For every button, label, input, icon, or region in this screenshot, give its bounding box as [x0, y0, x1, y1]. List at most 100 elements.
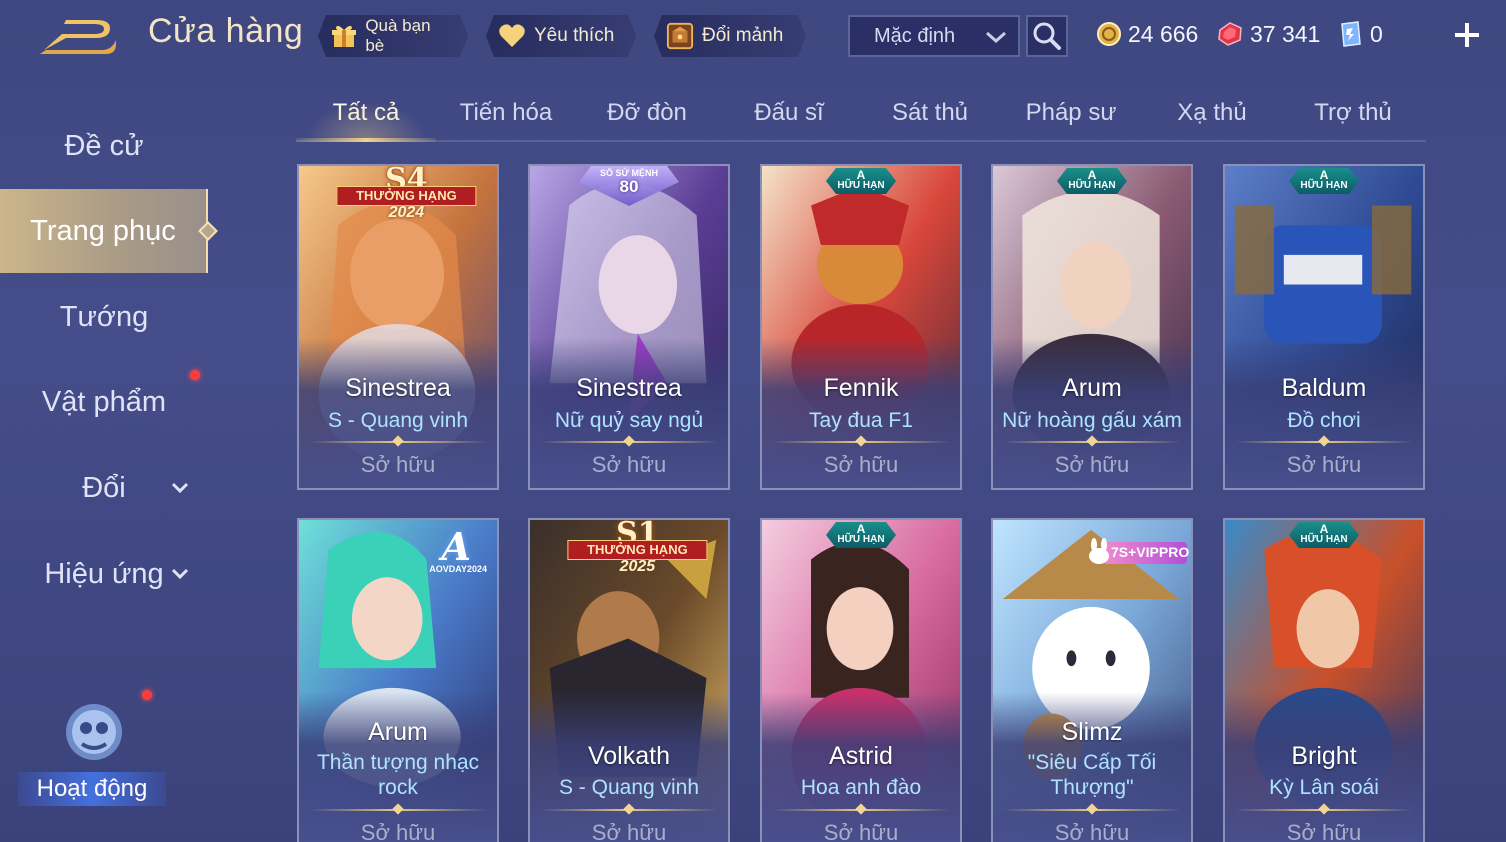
search-button[interactable] — [1026, 15, 1068, 57]
gold-balance: 24 666 — [1096, 18, 1198, 50]
voucher-gem-icon — [1218, 22, 1242, 46]
tab-label: Đỡ đòn — [607, 99, 687, 126]
skin-name: Nữ hoàng gấu xám — [1002, 409, 1182, 432]
heart-icon — [498, 22, 526, 50]
mission-pass-level: 80 — [619, 177, 639, 196]
skin-name: Nữ quỷ say ngủ — [554, 409, 704, 432]
limited-badge: A HỮU HẠN — [826, 168, 896, 194]
ticket-balance: 0 — [1338, 18, 1383, 50]
skin-card[interactable]: A AOVDAY2024 Arum Thần tượng nhạc rock S… — [297, 518, 499, 842]
skin-name: Tay đua F1 — [809, 409, 913, 432]
favorite-label: Yêu thích — [534, 25, 615, 46]
shard-chest-icon — [666, 22, 694, 50]
shard-exchange-label: Đổi mảnh — [702, 25, 784, 46]
sidebar-item-label: Tướng — [59, 300, 149, 333]
category-tabs: Tất cả Tiến hóa Đỡ đòn Đấu sĩ Sát thủ Ph… — [296, 86, 1426, 142]
sidebar-item-items[interactable]: Vật phẩm — [0, 360, 208, 444]
rank-reward-badge: S1 THƯỞNG HẠNG 2025 — [567, 520, 708, 580]
aov-day-letter: A — [441, 524, 471, 569]
ticket-icon — [1341, 21, 1361, 47]
tab-fighter[interactable]: Đấu sĩ — [719, 86, 859, 140]
rank-reward-year: 2024 — [388, 204, 425, 221]
friend-gift-button[interactable]: Quà bạn bè — [318, 15, 468, 57]
limited-badge-label: HỮU HẠN — [837, 534, 885, 545]
rank-reward-label: THƯỞNG HẠNG — [336, 186, 477, 206]
tab-marksman[interactable]: Xạ thủ — [1142, 86, 1282, 140]
sort-value: Mặc định — [874, 24, 956, 47]
skin-card[interactable]: S1 THƯỞNG HẠNG 2025 Volkath S - Quang vi… — [528, 518, 730, 842]
tab-label: Pháp sư — [1025, 99, 1117, 126]
top-bar: Cửa hàng Quà bạn bè Yêu thích Đổi mảnh M… — [0, 0, 1506, 72]
sidebar-item-skins[interactable]: Trang phục — [0, 189, 218, 273]
hero-name: Sinestrea — [345, 374, 451, 402]
hero-name: Arum — [1062, 374, 1122, 402]
skin-card[interactable]: A HỮU HẠN Fennik Tay đua F1 Sở hữu — [760, 164, 962, 490]
skin-name: S - Quang vinh — [327, 409, 469, 432]
tab-label: Trợ thủ — [1314, 99, 1392, 126]
skin-name: S - Quang vinh — [558, 776, 700, 799]
back-button[interactable] — [36, 14, 118, 58]
skin-name: Thần tượng nhạc rock — [316, 751, 480, 799]
sidebar-item-exchange[interactable]: Đổi — [0, 446, 208, 530]
sidebar-item-label: Vật phẩm — [41, 385, 167, 418]
ticket-amount: 0 — [1370, 20, 1383, 47]
skin-card[interactable]: 7S+VIPPRO Slimz "Siêu Cấp Tối Thượng" Sở… — [991, 518, 1193, 842]
skin-card[interactable]: A HỮU HẠN Baldum Đồ chơi Sở hữu — [1223, 164, 1425, 490]
hero-name: Slimz — [1061, 718, 1123, 746]
skin-card[interactable]: S4 THƯỞNG HẠNG 2024 Sinestrea S - Quang … — [297, 164, 499, 490]
card-divider — [772, 809, 950, 811]
tab-label: Tiến hóa — [459, 99, 553, 126]
card-divider — [540, 809, 718, 811]
limited-badge: A HỮU HẠN — [1289, 522, 1359, 548]
owned-status: Sở hữu — [823, 820, 899, 842]
tab-assassin[interactable]: Sát thủ — [860, 86, 1000, 140]
tab-all[interactable]: Tất cả — [296, 86, 436, 142]
friend-gift-label: Quà bạn bè — [365, 16, 431, 55]
owned-status: Sở hữu — [1286, 820, 1362, 842]
chevron-down-icon — [171, 482, 189, 494]
card-divider — [309, 809, 487, 811]
shard-exchange-button[interactable]: Đổi mảnh — [654, 15, 806, 57]
event-label: Hoạt động — [18, 772, 166, 806]
voucher-balance: 37 341 — [1216, 18, 1320, 50]
favorite-button[interactable]: Yêu thích — [486, 15, 636, 57]
tab-mage[interactable]: Pháp sư — [1001, 86, 1141, 140]
selected-diamond-icon — [198, 221, 218, 241]
add-currency-button[interactable] — [1450, 18, 1484, 52]
rank-reward-year: 2025 — [619, 558, 656, 575]
sidebar-item-effects[interactable]: Hiệu ứng — [0, 532, 208, 616]
sidebar-item-heroes[interactable]: Tướng — [0, 275, 208, 359]
tab-tank[interactable]: Đỡ đòn — [577, 86, 717, 140]
aov-day-label: AOVDAY2024 — [429, 564, 487, 574]
hero-name: Sinestrea — [576, 374, 682, 402]
owned-status: Sở hữu — [1054, 820, 1130, 842]
limited-badge-label: HỮU HẠN — [837, 180, 885, 191]
gold-coin-icon — [1097, 22, 1121, 46]
tab-support[interactable]: Trợ thủ — [1283, 86, 1423, 140]
tab-label: Sát thủ — [891, 99, 969, 126]
card-divider — [1003, 441, 1181, 443]
skin-card[interactable]: A HỮU HẠN Bright Kỳ Lân soái Sở hữu — [1223, 518, 1425, 842]
tab-evolution[interactable]: Tiến hóa — [436, 86, 576, 140]
skin-name: Kỳ Lân soái — [1269, 776, 1379, 799]
owned-status: Sở hữu — [360, 452, 436, 477]
owned-status: Sở hữu — [360, 820, 436, 842]
voucher-amount: 37 341 — [1250, 20, 1321, 47]
vip-badge: 7S+VIPPRO — [1085, 538, 1189, 566]
skin-card[interactable]: A HỮU HẠN Astrid Hoa anh đào Sở hữu — [760, 518, 962, 842]
gift-icon — [330, 22, 357, 50]
tab-label: Đấu sĩ — [754, 99, 824, 126]
back-arrow-icon — [40, 20, 116, 54]
card-divider — [1003, 809, 1181, 811]
rank-reward-badge: S4 THƯỞNG HẠNG 2024 — [336, 166, 477, 226]
sidebar-item-featured[interactable]: Đề cử — [0, 104, 208, 188]
search-icon — [1033, 22, 1061, 50]
sort-dropdown[interactable]: Mặc định — [848, 15, 1020, 57]
aov-day-badge: A AOVDAY2024 — [401, 524, 491, 584]
event-button[interactable]: Hoạt động — [18, 690, 168, 810]
card-divider — [309, 441, 487, 443]
gold-amount: 24 666 — [1128, 20, 1199, 47]
mission-pass-badge: SỔ SỨ MỆNH 80 — [579, 166, 679, 206]
skin-card[interactable]: SỔ SỨ MỆNH 80 Sinestrea Nữ quỷ say ngủ S… — [528, 164, 730, 490]
skin-card[interactable]: A HỮU HẠN Arum Nữ hoàng gấu xám Sở hữu — [991, 164, 1193, 490]
